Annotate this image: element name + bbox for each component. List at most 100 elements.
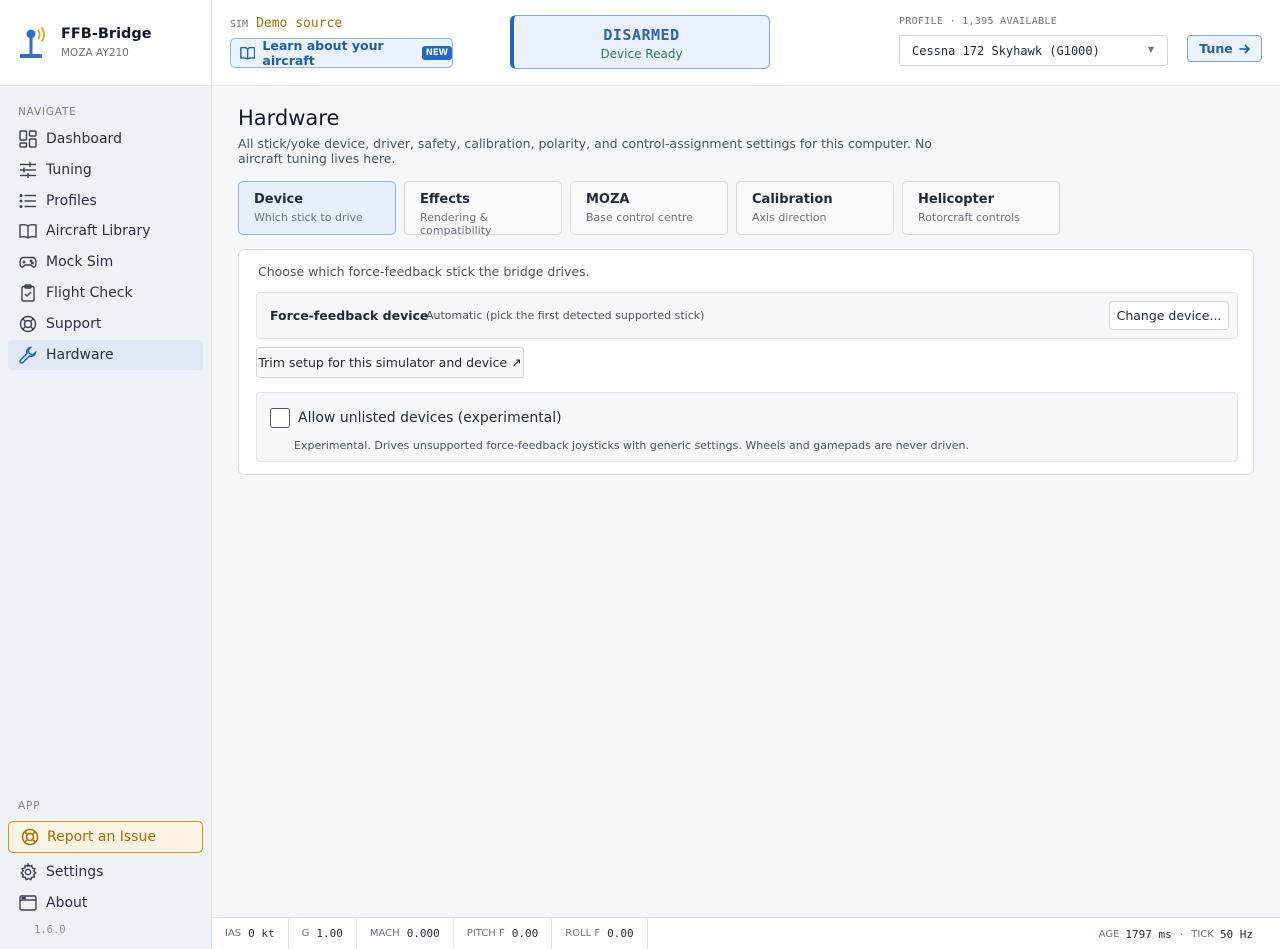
tab-effects[interactable]: Effects Rendering & compatibility bbox=[404, 181, 562, 237]
clipboard-check-icon bbox=[18, 283, 37, 302]
unlisted-devices-option: Allow unlisted devices (experimental) Ex… bbox=[256, 392, 1238, 462]
sidebar-item-label: Tuning bbox=[46, 161, 92, 178]
separator: · bbox=[1179, 927, 1184, 941]
metric-ias: IAS 0 kt bbox=[212, 917, 289, 949]
hardware-tabs: Device Which stick to drive Effects Rend… bbox=[238, 181, 1068, 237]
tune-button[interactable]: Tune bbox=[1187, 35, 1262, 62]
metric-value: 0.00 bbox=[511, 927, 539, 940]
wrench-icon bbox=[18, 345, 37, 364]
gamepad-icon bbox=[18, 253, 37, 272]
settings-label: Settings bbox=[46, 864, 104, 880]
tab-device[interactable]: Device Which stick to drive bbox=[238, 181, 396, 235]
device-status-text: Device Ready bbox=[600, 47, 683, 61]
tab-label: Calibration bbox=[752, 192, 833, 207]
tab-helicopter[interactable]: Helicopter Rotorcraft controls bbox=[902, 181, 1060, 235]
dashboard-icon bbox=[18, 130, 37, 149]
tab-sublabel: Rendering & compatibility bbox=[420, 211, 492, 237]
sidebar-item-label: Flight Check bbox=[46, 284, 133, 301]
sidebar-item-label: Dashboard bbox=[46, 131, 122, 147]
tab-sublabel: Base control centre bbox=[586, 211, 694, 224]
app-version: 1.6.0 bbox=[34, 924, 66, 936]
metric-value: 1.00 bbox=[316, 927, 343, 940]
device-panel: Choose which force-feedback stick the br… bbox=[238, 249, 1254, 475]
tab-label: Effects bbox=[420, 192, 470, 207]
metric-key: ROLL F bbox=[565, 928, 601, 939]
sidebar-item-tuning[interactable]: Tuning bbox=[8, 155, 203, 185]
report-issue-button[interactable]: Report an Issue bbox=[8, 821, 203, 853]
sidebar-item-aircraft-library[interactable]: Aircraft Library bbox=[8, 216, 203, 246]
sidebar-item-about[interactable]: About bbox=[8, 888, 203, 918]
sim-source[interactable]: Demo source bbox=[256, 16, 342, 31]
book-icon bbox=[18, 222, 37, 241]
metric-key: IAS bbox=[225, 928, 242, 939]
panel-intro: Choose which force-feedback stick the br… bbox=[258, 264, 590, 279]
ffb-device-value: Automatic (pick the first detected suppo… bbox=[426, 309, 705, 322]
tab-sublabel: Which stick to drive bbox=[254, 211, 363, 224]
tab-label: Helicopter bbox=[918, 192, 994, 207]
tab-sublabel: Rotorcraft controls bbox=[918, 211, 1020, 224]
metric-value: 0 kt bbox=[248, 927, 275, 940]
page-title: Hardware bbox=[238, 106, 340, 130]
telemetry-timing: AGE 1797 ms · TICK 50 Hz bbox=[1099, 918, 1253, 949]
metric-key: MACH bbox=[369, 928, 400, 939]
sidebar-item-support[interactable]: Support bbox=[8, 309, 203, 339]
tick-value: 50 Hz bbox=[1219, 927, 1253, 941]
unlisted-devices-label[interactable]: Allow unlisted devices (experimental) bbox=[298, 410, 562, 426]
ffb-device-name: Force-feedback device bbox=[270, 308, 429, 323]
app-title: FFB-Bridge bbox=[61, 26, 152, 42]
lifebuoy-icon bbox=[18, 314, 37, 333]
sidebar: FFB-Bridge MOZA AY210 NAVIGATE Dashboard… bbox=[0, 0, 212, 949]
tab-sublabel: Axis direction bbox=[752, 211, 827, 224]
age-key: AGE bbox=[1098, 928, 1120, 940]
arm-status[interactable]: DISARMED Device Ready bbox=[510, 15, 770, 69]
sidebar-item-settings[interactable]: Settings bbox=[8, 857, 203, 887]
sidebar-item-label: Hardware bbox=[46, 346, 114, 363]
sim-source-line: SIM Demo source bbox=[230, 16, 342, 31]
arm-status-text: DISARMED bbox=[603, 26, 680, 44]
list-icon bbox=[18, 191, 37, 210]
navigate-heading: NAVIGATE bbox=[18, 106, 77, 118]
sliders-icon bbox=[18, 160, 37, 179]
metric-key: G bbox=[301, 928, 310, 939]
unlisted-devices-checkbox[interactable] bbox=[270, 408, 290, 428]
trim-setup-button[interactable]: Trim setup for this simulator and device… bbox=[256, 347, 524, 378]
sidebar-item-label: Mock Sim bbox=[46, 254, 114, 271]
sim-tag: SIM bbox=[230, 19, 249, 30]
top-bar: SIM Demo source Learn about your aircraf… bbox=[212, 0, 1280, 86]
arrow-right-icon bbox=[1239, 43, 1250, 54]
chevron-down-icon: ▼ bbox=[1147, 45, 1154, 54]
tune-label: Tune bbox=[1199, 41, 1233, 56]
sidebar-item-profiles[interactable]: Profiles bbox=[8, 186, 203, 216]
lifebuoy-icon bbox=[20, 828, 39, 847]
tab-label: MOZA bbox=[586, 192, 630, 207]
nav-list: Dashboard Tuning Profiles Aircraft Libra… bbox=[8, 124, 203, 370]
sidebar-item-dashboard[interactable]: Dashboard bbox=[8, 124, 203, 154]
metric-mach: MACH 0.000 bbox=[357, 917, 454, 949]
page-description: All stick/yoke device, driver, safety, c… bbox=[238, 136, 932, 166]
metric-roll-force: ROLL F 0.00 bbox=[552, 917, 648, 949]
sidebar-item-mock-sim[interactable]: Mock Sim bbox=[8, 247, 203, 277]
ffb-device-row: Force-feedback device Automatic (pick th… bbox=[256, 292, 1238, 339]
tab-label: Device bbox=[254, 192, 304, 207]
joystick-logo-icon bbox=[20, 26, 45, 58]
report-issue-label: Report an Issue bbox=[47, 829, 156, 845]
brand: FFB-Bridge MOZA AY210 bbox=[0, 0, 211, 86]
book-icon bbox=[240, 46, 256, 60]
learn-aircraft-button[interactable]: Learn about your aircraft NEW bbox=[230, 38, 453, 68]
app-heading: APP bbox=[18, 800, 41, 812]
metric-value: 0.00 bbox=[607, 927, 634, 940]
new-badge: NEW bbox=[421, 46, 452, 60]
app-list: Report an Issue Settings About bbox=[8, 821, 203, 919]
metric-pitch-force: PITCH F 0.00 bbox=[454, 917, 553, 949]
window-icon bbox=[18, 893, 37, 912]
change-device-button[interactable]: Change device... bbox=[1109, 301, 1229, 330]
profile-select[interactable]: Cessna 172 Skyhawk (G1000) ▼ bbox=[899, 35, 1168, 66]
sidebar-item-hardware[interactable]: Hardware bbox=[8, 339, 203, 370]
unlisted-devices-description: Experimental. Drives unsupported force-f… bbox=[294, 439, 969, 452]
tab-calibration[interactable]: Calibration Axis direction bbox=[736, 181, 894, 235]
tab-moza[interactable]: MOZA Base control centre bbox=[570, 181, 728, 235]
metric-key: PITCH F bbox=[466, 928, 505, 939]
metric-value: 0.000 bbox=[406, 927, 440, 940]
sidebar-item-label: Profiles bbox=[46, 192, 97, 209]
sidebar-item-flight-check[interactable]: Flight Check bbox=[8, 278, 203, 308]
